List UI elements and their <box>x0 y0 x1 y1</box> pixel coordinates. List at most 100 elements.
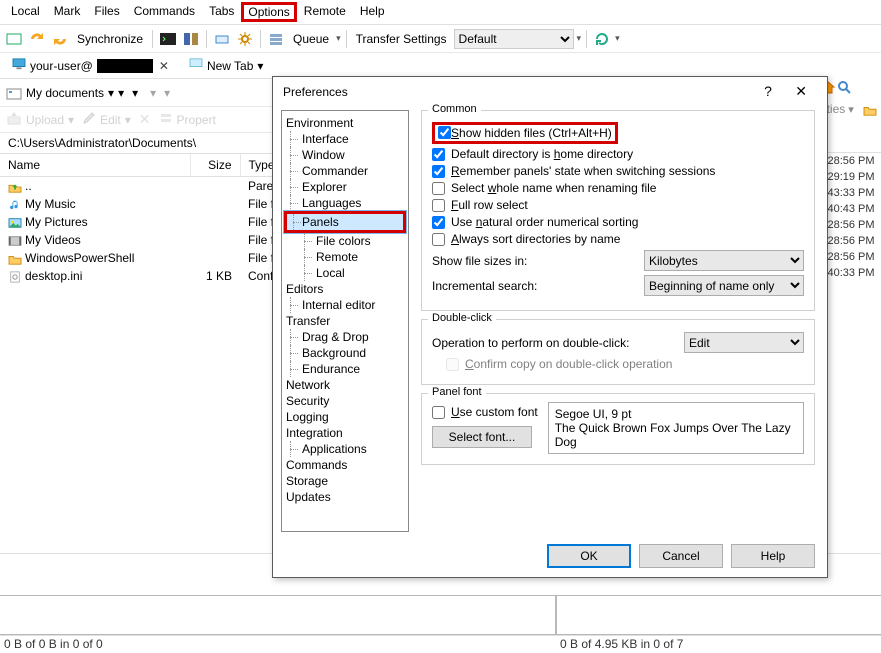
transfer-settings-dropdown-icon[interactable]: ▾ <box>577 33 582 44</box>
tree-node-commander[interactable]: Commander <box>284 163 406 179</box>
menu-files[interactable]: Files <box>87 2 126 22</box>
preferences-tree[interactable]: EnvironmentInterfaceWindowCommanderExplo… <box>281 110 409 532</box>
nav-fwd-dropdown[interactable]: ▾ <box>164 86 170 100</box>
refresh-icon[interactable] <box>592 29 612 49</box>
dual-pane-icon[interactable] <box>181 29 201 49</box>
tree-node-applications[interactable]: Applications <box>284 441 406 457</box>
terminal-icon[interactable] <box>158 29 178 49</box>
btn-select-font[interactable]: Select font... <box>432 426 532 448</box>
col-size[interactable]: Size <box>190 154 240 177</box>
lbl-default-dir[interactable]: Default directory is home directory <box>451 147 633 161</box>
props-icon[interactable] <box>159 111 173 128</box>
ok-button[interactable]: OK <box>547 544 631 568</box>
chk-default-dir[interactable] <box>432 148 445 161</box>
upload-icon[interactable] <box>6 111 22 128</box>
tree-node-environment[interactable]: Environment <box>284 115 406 131</box>
tree-node-logging[interactable]: Logging <box>284 409 406 425</box>
help-button[interactable]: Help <box>731 544 815 568</box>
menu-remote[interactable]: Remote <box>297 2 353 22</box>
find-icon[interactable] <box>837 80 853 96</box>
sync-icon-2[interactable] <box>50 29 70 49</box>
menu-local[interactable]: Local <box>4 2 47 22</box>
menu-commands[interactable]: Commands <box>127 2 202 22</box>
lbl-show-sizes: Show file sizes in: <box>432 254 527 268</box>
chk-full-row[interactable] <box>432 199 445 212</box>
tree-node-background[interactable]: Background <box>284 345 406 361</box>
chk-always-sort-dirs[interactable] <box>432 233 445 246</box>
transfer-settings-select[interactable]: Default <box>454 29 574 49</box>
session-tab-active[interactable]: your-user@ ✕ <box>6 56 177 75</box>
tree-node-commands[interactable]: Commands <box>284 457 406 473</box>
queue-icon[interactable] <box>266 29 286 49</box>
lbl-full-row[interactable]: Full row select <box>451 198 528 212</box>
lbl-select-whole-name[interactable]: Select whole name when renaming file <box>451 181 656 195</box>
nav-back-dropdown[interactable]: ▾ <box>150 86 156 100</box>
tree-node-languages[interactable]: Languages <box>284 195 406 211</box>
cancel-button[interactable]: Cancel <box>639 544 723 568</box>
tree-node-updates[interactable]: Updates <box>284 489 406 505</box>
help-icon[interactable]: ? <box>754 83 782 99</box>
new-tab-dropdown-icon[interactable]: ▾ <box>257 59 263 73</box>
tree-node-network[interactable]: Network <box>284 377 406 393</box>
location-split-icon[interactable]: ▾ <box>118 86 124 100</box>
upload-label[interactable]: Upload <box>26 113 64 127</box>
lbl-natural-order[interactable]: Use natural order numerical sorting <box>451 215 638 229</box>
tree-node-internal-editor[interactable]: Internal editor <box>284 297 406 313</box>
tree-node-integration[interactable]: Integration <box>284 425 406 441</box>
lbl-custom-font[interactable]: Use custom font <box>451 405 538 419</box>
close-tab-icon[interactable]: ✕ <box>157 59 171 73</box>
folder-icon <box>8 253 22 265</box>
tree-node-explorer[interactable]: Explorer <box>284 179 406 195</box>
sel-dbl-op[interactable]: Edit <box>684 332 804 353</box>
close-icon[interactable]: ✕ <box>785 83 817 99</box>
font-preview-line1: Segoe UI, 9 pt <box>555 407 797 421</box>
tree-node-interface[interactable]: Interface <box>284 131 406 147</box>
col-name[interactable]: Name <box>0 154 190 177</box>
gear-icon[interactable] <box>235 29 255 49</box>
chk-custom-font[interactable] <box>432 406 445 419</box>
edit-dropdown-icon[interactable]: ▾ <box>125 113 131 127</box>
tree-node-endurance[interactable]: Endurance <box>284 361 406 377</box>
sel-show-sizes[interactable]: Kilobytes <box>644 250 804 271</box>
chk-natural-order[interactable] <box>432 216 445 229</box>
tree-node-transfer[interactable]: Transfer <box>284 313 406 329</box>
edit-label[interactable]: Edit <box>100 113 121 127</box>
tree-node-window[interactable]: Window <box>284 147 406 163</box>
properties-label[interactable]: Propert <box>177 113 216 127</box>
font-preview: Segoe UI, 9 pt The Quick Brown Fox Jumps… <box>548 402 804 454</box>
upload-dropdown-icon[interactable]: ▾ <box>68 113 74 127</box>
tree-node-remote[interactable]: Remote <box>284 249 406 265</box>
lbl-remember-panels[interactable]: Remember panels' state when switching se… <box>451 164 715 178</box>
tree-node-storage[interactable]: Storage <box>284 473 406 489</box>
chk-show-hidden[interactable] <box>438 126 451 139</box>
sel-incremental[interactable]: Beginning of name only <box>644 275 804 296</box>
tree-node-panels[interactable]: Panels <box>284 211 406 233</box>
tree-node-security[interactable]: Security <box>284 393 406 409</box>
delete-icon[interactable]: ✕ <box>135 111 155 128</box>
sync-icon-1[interactable] <box>27 29 47 49</box>
address-icon[interactable] <box>4 29 24 49</box>
location-button[interactable]: My documents ▾ <box>6 86 114 100</box>
menu-tabs[interactable]: Tabs <box>202 2 241 22</box>
refresh-dropdown-icon[interactable]: ▾ <box>615 33 620 44</box>
queue-button[interactable]: Queue <box>289 32 333 46</box>
tree-node-local[interactable]: Local <box>284 265 406 281</box>
location-dropdown-icon: ▾ <box>108 86 114 100</box>
new-tab-button[interactable]: New Tab ▾ <box>183 56 270 75</box>
synchronize-button[interactable]: Synchronize <box>73 32 147 46</box>
edit-icon[interactable] <box>82 111 96 128</box>
lbl-show-hidden[interactable]: Show hidden files (Ctrl+Alt+H) <box>451 126 612 140</box>
menu-options[interactable]: Options <box>241 2 296 22</box>
open-folder-dropdown-icon[interactable]: ▾ <box>132 86 138 100</box>
tree-node-editors[interactable]: Editors <box>284 281 406 297</box>
tree-node-drag-drop[interactable]: Drag & Drop <box>284 329 406 345</box>
chk-select-whole-name[interactable] <box>432 182 445 195</box>
menu-mark[interactable]: Mark <box>47 2 88 22</box>
queue-dropdown-icon[interactable]: ▾ <box>336 33 341 44</box>
transfer-icon[interactable] <box>212 29 232 49</box>
tree-node-file-colors[interactable]: File colors <box>284 233 406 249</box>
chk-remember-panels[interactable] <box>432 165 445 178</box>
dialog-buttons: OK Cancel Help <box>273 536 827 576</box>
menu-help[interactable]: Help <box>353 2 392 22</box>
lbl-always-sort-dirs[interactable]: Always sort directories by name <box>451 232 620 246</box>
